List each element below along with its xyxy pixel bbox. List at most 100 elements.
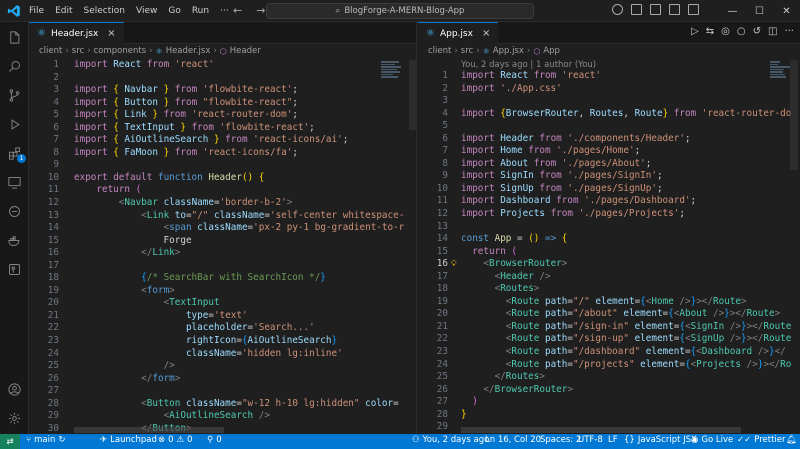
menu-run[interactable]: Run (191, 6, 210, 16)
code-line[interactable]: 18 {/* SearchBar with SearchIcon */} (29, 272, 416, 285)
code-line[interactable]: 1 import React from 'react' (29, 59, 416, 72)
code-line[interactable]: 9 (29, 159, 416, 172)
code-line[interactable]: 13 <Link to="/" className='self-center w… (29, 210, 416, 223)
settings-gear-icon[interactable] (0, 407, 29, 429)
close-tab-icon[interactable]: × (482, 28, 490, 39)
breadcrumb-item[interactable]: Header.jsx (166, 46, 211, 56)
copilot-icon[interactable] (612, 4, 623, 15)
lightbulb-icon[interactable]: 💡︎ (451, 258, 457, 271)
tab-app-jsx[interactable]: ⚛ App.jsx × (418, 22, 499, 44)
code-line[interactable]: 27 (29, 385, 416, 398)
minimap-right[interactable] (770, 60, 792, 90)
command-center-search[interactable]: ⌕ BlogForge-A-MERN-Blog-App (266, 3, 534, 19)
sync-icon[interactable]: ↻ (58, 435, 65, 445)
toggle-sidebar-icon[interactable] (631, 4, 642, 15)
code-line[interactable]: 9 import SignIn from './pages/SignIn'; (418, 170, 800, 183)
breadcrumb-item[interactable]: client (428, 46, 451, 56)
breadcrumb-item[interactable]: App.jsx (493, 46, 524, 56)
code-line[interactable]: 12 <Navbar className='border-b-2'> (29, 197, 416, 210)
menu-file[interactable]: File (28, 6, 45, 16)
code-line[interactable]: 17 <Header /> (418, 271, 800, 284)
remote-indicator-icon[interactable]: ⇄ (0, 434, 20, 449)
run-debug-icon[interactable] (0, 113, 29, 135)
code-line[interactable]: 15 Forge (29, 235, 416, 248)
explorer-icon[interactable] (0, 26, 29, 48)
scrollbar-right[interactable] (790, 60, 798, 170)
code-line[interactable]: 4 import { Button } from "flowbite-react"… (29, 97, 416, 110)
code-line[interactable]: 20 <TextInput (29, 297, 416, 310)
code-line[interactable]: 10 import SignUp from './pages/SignUp'; (418, 183, 800, 196)
code-line[interactable]: 8 import About from './pages/About'; (418, 158, 800, 171)
search-view-icon[interactable] (0, 55, 29, 77)
code-line[interactable]: 2 (29, 72, 416, 85)
minimize-icon[interactable]: — (719, 6, 746, 17)
code-line[interactable]: 6 import { TextInput } from 'flowbite-rea… (29, 122, 416, 135)
code-line[interactable]: 19 <form> (29, 285, 416, 298)
code-line[interactable]: 24 className='hidden lg:inline' (29, 348, 416, 361)
breadcrumb-item[interactable]: client (39, 46, 62, 56)
menu-go[interactable]: Go (167, 6, 181, 16)
code-editor-right[interactable]: 1 import React from 'react' 2 import './App… (418, 70, 800, 434)
code-line[interactable]: 26 </BrowserRouter> (418, 384, 800, 397)
code-line[interactable]: 4 import {BrowserRouter, Routes, Route} f… (418, 108, 800, 121)
code-line[interactable]: 7 import { AiOutlineSearch } from 'react-… (29, 134, 416, 147)
account-icon[interactable] (0, 378, 29, 400)
breadcrumb-item[interactable]: components (94, 46, 147, 56)
code-line[interactable]: 28 <Button className="w-12 h-10 lg:hidde… (29, 398, 416, 411)
code-line[interactable]: 10 export default function Header() { (29, 172, 416, 185)
minimap-left[interactable] (381, 60, 403, 90)
menu-selection[interactable]: Selection (83, 6, 126, 16)
blame-status[interactable]: ⚇ You, 2 days ago (412, 435, 489, 445)
end-of-line[interactable]: LF (608, 435, 618, 445)
run-code-icon[interactable]: ▷ (691, 26, 699, 37)
toggle-secondary-sidebar-icon[interactable] (669, 4, 680, 15)
code-line[interactable]: 22 placeholder='Search...' (29, 322, 416, 335)
notifications-bell-icon[interactable]: 🔔︎ (786, 435, 797, 445)
launchpad-button[interactable]: ✈ Launchpad (100, 435, 157, 445)
close-tab-icon[interactable]: × (107, 28, 115, 39)
encoding[interactable]: UTF-8 (578, 435, 603, 445)
breadcrumb-item[interactable]: src (461, 46, 473, 56)
code-line[interactable]: 21 <Route path="/sign-in" element={<Sign… (418, 321, 800, 334)
code-line[interactable]: 27 ) (418, 396, 800, 409)
language-mode[interactable]: {} JavaScript JSX (624, 435, 697, 445)
code-line[interactable]: 17 (29, 260, 416, 273)
close-window-icon[interactable]: ✕ (773, 6, 800, 17)
code-line[interactable]: 5 (418, 120, 800, 133)
toggle-panel-icon[interactable] (650, 4, 661, 15)
cursor-position[interactable]: Ln 16, Col 20 (485, 435, 541, 445)
branch-indicator[interactable]: ⑂ main ↻ (26, 435, 65, 445)
code-editor-left[interactable]: 1 import React from 'react' 2 3 import { Nav… (29, 59, 416, 434)
forward-arrow-icon[interactable]: → (256, 4, 265, 17)
problems-indicator[interactable]: ⊗ 0 ⚠ 0 (158, 435, 193, 445)
breadcrumb-item[interactable]: src (72, 46, 84, 56)
docker-icon[interactable] (0, 229, 29, 251)
menu-more[interactable]: ··· (219, 6, 230, 16)
maximize-icon[interactable]: ☐ (746, 6, 773, 17)
code-line[interactable]: 18 <Routes> (418, 283, 800, 296)
source-control-icon[interactable] (0, 84, 29, 106)
remote-explorer-icon[interactable] (0, 171, 29, 193)
indentation[interactable]: Spaces: 2 (540, 435, 581, 445)
code-line[interactable]: 13 (418, 221, 800, 234)
code-line[interactable]: 3 import { Navbar } from 'flowbite-react'… (29, 84, 416, 97)
compare-changes-icon[interactable]: ⇆ (706, 26, 714, 37)
breadcrumb-item[interactable]: Header (230, 46, 261, 56)
scrollbar-left[interactable] (409, 60, 416, 130)
code-line[interactable]: 12 import Projects from './pages/Projects… (418, 208, 800, 221)
split-editor-icon[interactable]: ◫ (768, 26, 777, 37)
open-changes-icon[interactable]: ◎ (721, 26, 730, 37)
horizontal-scrollbar-right[interactable] (461, 427, 741, 433)
code-line[interactable]: 23 rightIcon={AiOutlineSearch} (29, 335, 416, 348)
tab-header-jsx[interactable]: ⚛ Header.jsx × (29, 22, 124, 44)
code-line[interactable]: 15 return ( (418, 246, 800, 259)
code-line[interactable]: 25 </Routes> (418, 371, 800, 384)
menu-edit[interactable]: Edit (54, 6, 73, 16)
copilot-chat-icon[interactable] (0, 200, 29, 222)
back-arrow-icon[interactable]: ← (233, 4, 242, 17)
git-blame-codelens[interactable]: You, 2 days ago | 1 author (You) (461, 60, 596, 70)
code-line[interactable]: 23 <Route path="/dashboard" element={<Da… (418, 346, 800, 359)
code-line[interactable]: 16 <BrowserRouter> 💡︎ (418, 258, 800, 271)
code-line[interactable]: 8 import { FaMoon } from 'react-icons/fa'… (29, 147, 416, 160)
code-line[interactable]: 20 <Route path="/about" element={<About … (418, 308, 800, 321)
